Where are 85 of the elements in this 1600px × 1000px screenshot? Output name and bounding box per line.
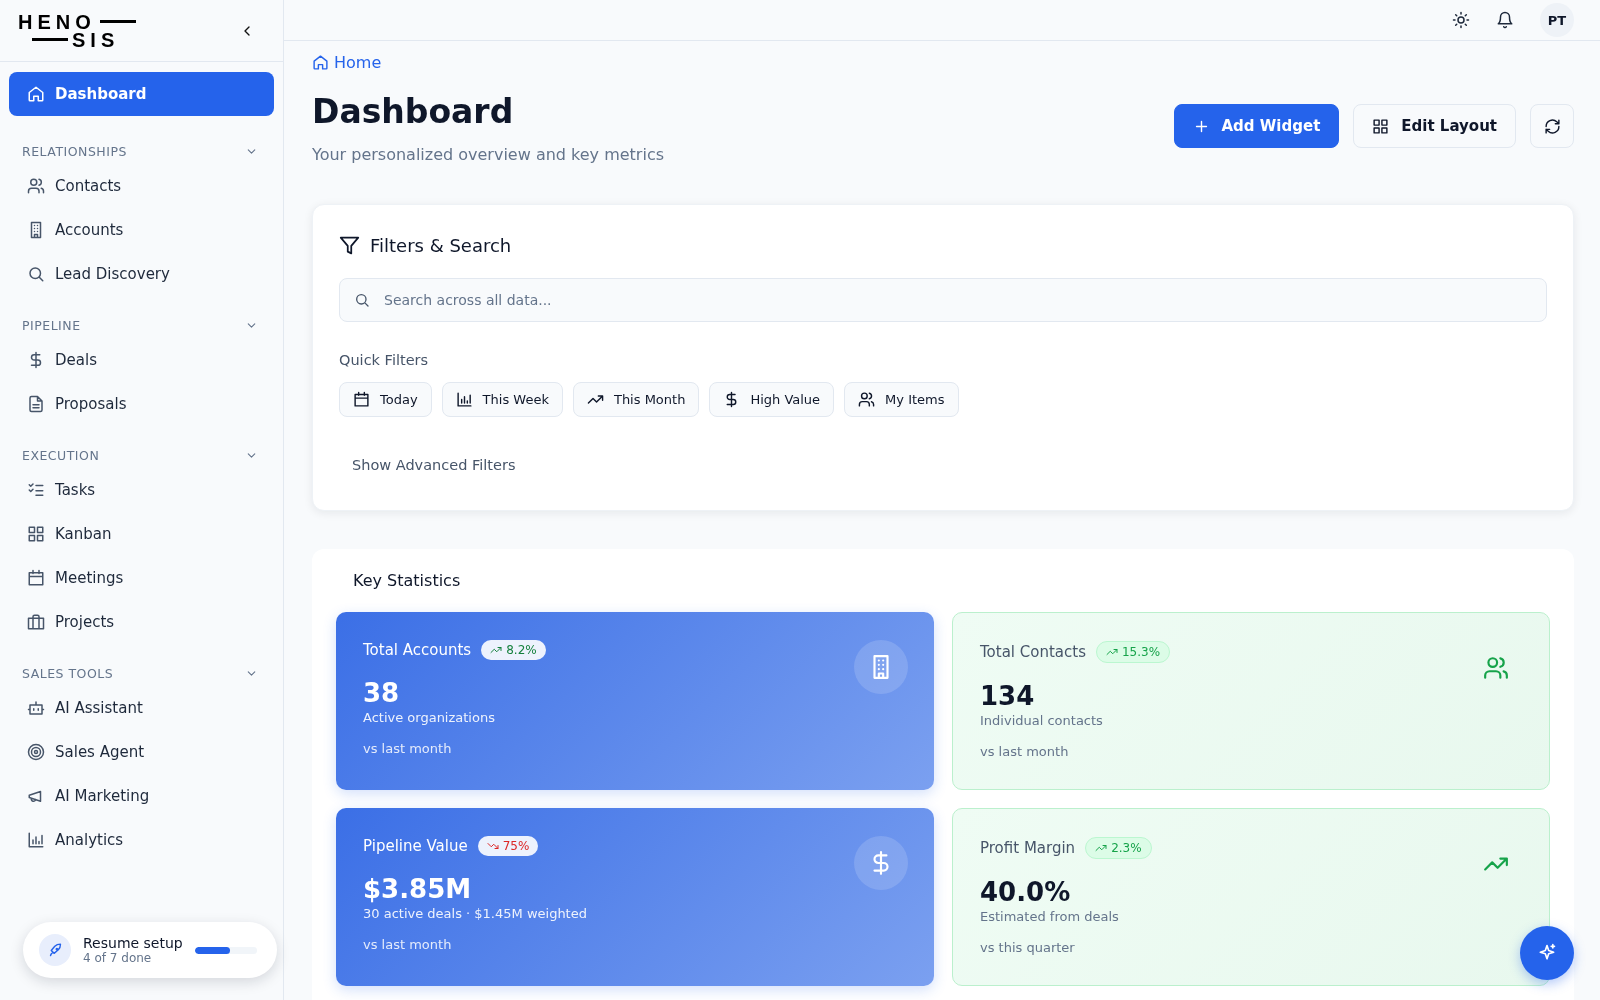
stat-description: Active organizations xyxy=(363,710,496,725)
sidebar-item[interactable]: AI Marketing xyxy=(9,774,274,818)
quick-filter-chip[interactable]: High Value xyxy=(709,382,835,417)
sidebar-item[interactable]: Sales Agent xyxy=(9,730,274,774)
quick-filters-label: Quick Filters xyxy=(339,352,430,368)
sidebar-item[interactable]: Contacts xyxy=(9,164,274,208)
card-title: Filters & Search xyxy=(370,235,512,256)
sidebar-item[interactable]: Meetings xyxy=(9,556,274,600)
stat-title: Pipeline Value xyxy=(363,837,468,855)
sidebar-item[interactable]: Tasks xyxy=(9,468,274,512)
stat-value: 134 xyxy=(980,681,1036,711)
stat-comparison: vs last month xyxy=(980,744,1070,759)
sidebar-item[interactable]: Lead Discovery xyxy=(9,252,274,296)
stat-description: Estimated from deals xyxy=(980,909,1120,924)
search-icon xyxy=(27,265,45,283)
page-title: Dashboard xyxy=(312,92,515,131)
stat-description: Individual contacts xyxy=(980,713,1104,728)
sparkle-icon xyxy=(1537,943,1557,963)
add-widget-button[interactable]: Add Widget xyxy=(1173,104,1340,148)
calendar-icon xyxy=(353,391,370,408)
stat-title: Profit Margin xyxy=(980,839,1076,857)
advanced-filters-link[interactable]: Show Advanced Filters xyxy=(352,457,516,473)
robot-icon xyxy=(27,699,45,717)
stat-value: 38 xyxy=(363,678,401,708)
quick-filter-chip[interactable]: This Month xyxy=(572,382,700,417)
quick-filter-chip[interactable]: This Week xyxy=(441,382,563,417)
stat-comparison: vs last month xyxy=(363,741,453,756)
breadcrumb-link[interactable]: Home xyxy=(334,53,382,72)
checklist-icon xyxy=(27,481,45,499)
search-field[interactable]: Search across all data... xyxy=(339,278,1547,322)
refresh-icon xyxy=(1543,117,1561,135)
people-icon xyxy=(1483,655,1509,681)
sidebar-item[interactable]: Deals xyxy=(9,338,274,382)
briefcase-icon xyxy=(27,613,45,631)
sidebar-item[interactable]: Accounts xyxy=(9,208,274,252)
sidebar-item[interactable]: Projects xyxy=(9,600,274,644)
sidebar-item[interactable]: AI Assistant xyxy=(9,686,274,730)
change-badge: 2.3% xyxy=(1085,837,1152,859)
sun-icon[interactable] xyxy=(1452,11,1470,29)
sidebar-item[interactable]: Dashboard xyxy=(9,72,274,116)
setup-title: Resume setup xyxy=(83,935,183,951)
search-icon xyxy=(354,292,370,308)
sidebar-item[interactable]: Kanban xyxy=(9,512,274,556)
calendar-icon xyxy=(27,569,45,587)
setup-widget[interactable]: Resume setup 4 of 7 done xyxy=(23,922,277,978)
filter-icon xyxy=(339,235,360,256)
home-icon xyxy=(27,85,45,103)
stat-value: $3.85M xyxy=(363,874,473,904)
stat-comparison: vs last month xyxy=(363,937,453,952)
stat-description: 30 active deals · $1.45M weighted xyxy=(363,906,587,921)
grid-icon xyxy=(27,525,45,543)
section-heading: PIPELINE xyxy=(22,317,81,333)
setup-progress-text: 4 of 7 done xyxy=(83,951,153,965)
people-icon xyxy=(27,177,45,195)
change-badge: 75% xyxy=(477,836,539,856)
bell-icon[interactable] xyxy=(1496,11,1514,29)
target-icon xyxy=(27,743,45,761)
dollar-icon xyxy=(854,836,908,890)
page-subtitle: Your personalized overview and key metrics xyxy=(312,145,664,164)
logo[interactable]: HENO SIS xyxy=(18,12,140,49)
stat-value: 40.0% xyxy=(980,877,1072,907)
user-avatar[interactable]: PT xyxy=(1540,3,1574,37)
stat-comparison: vs this quarter xyxy=(980,940,1076,955)
section-heading: RELATIONSHIPS xyxy=(22,143,127,159)
edit-layout-button[interactable]: Edit Layout xyxy=(1353,104,1516,148)
bar-chart-icon xyxy=(27,831,45,849)
progress-bar xyxy=(194,946,257,954)
people-icon xyxy=(858,391,876,408)
sidebar-item[interactable]: Proposals xyxy=(9,382,274,426)
section-heading: SALES TOOLS xyxy=(22,665,114,681)
grid-icon xyxy=(1372,117,1390,135)
sidebar-item[interactable]: Analytics xyxy=(9,818,274,862)
section-heading: EXECUTION xyxy=(22,447,100,463)
document-icon xyxy=(27,395,45,413)
refresh-button[interactable] xyxy=(1530,104,1574,148)
building-icon xyxy=(854,640,908,694)
stat-title: Total Accounts xyxy=(363,641,472,659)
home-icon[interactable] xyxy=(312,54,329,71)
quick-filter-chip[interactable]: Today xyxy=(339,382,432,417)
stat-title: Total Contacts xyxy=(980,643,1086,661)
change-badge: 8.2% xyxy=(481,640,546,660)
quick-filter-chip[interactable]: My Items xyxy=(844,382,959,417)
card-title: Key Statistics xyxy=(352,571,462,590)
change-badge: 15.3% xyxy=(1096,641,1171,663)
bar-chart-icon xyxy=(455,391,473,408)
